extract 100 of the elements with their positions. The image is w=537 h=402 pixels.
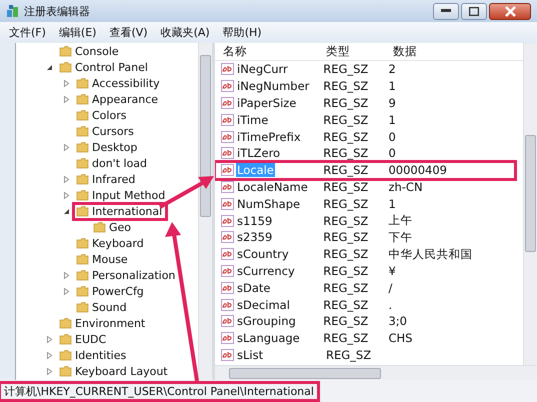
registry-icon	[6, 4, 20, 18]
close-button[interactable]	[489, 2, 531, 20]
string-value-icon	[221, 264, 234, 277]
value-name[interactable]: sGrouping	[236, 314, 297, 328]
value-data: 1	[388, 196, 397, 211]
folder-icon	[76, 125, 89, 137]
collapsed-arrow-icon[interactable]	[63, 80, 70, 86]
value-name[interactable]: iTime	[236, 112, 270, 127]
string-value-icon	[221, 147, 234, 160]
value-name[interactable]: s2359	[236, 230, 274, 244]
value-name[interactable]: sDate	[236, 280, 272, 295]
tree-item[interactable]: Environment	[58, 316, 148, 330]
string-value-icon	[221, 214, 234, 227]
tree-item[interactable]: Personalization	[75, 268, 178, 282]
column-header[interactable]: 名称	[215, 44, 326, 59]
value-name[interactable]: iTimePrefix	[236, 130, 302, 144]
value-name[interactable]: iNegNumber	[236, 79, 310, 94]
tree-item[interactable]: Input Method	[75, 188, 168, 202]
value-data: 0	[388, 146, 397, 160]
tree-item[interactable]: Colors	[75, 108, 130, 122]
tree-item[interactable]: Infrared	[75, 172, 138, 186]
maximize-button[interactable]	[461, 2, 487, 20]
value-name[interactable]: iPaperSize	[236, 96, 298, 110]
value-type: REG_SZ	[326, 348, 372, 362]
folder-icon	[59, 317, 72, 329]
value-name[interactable]: sDecimal	[236, 298, 291, 312]
tree-item[interactable]: Geo	[92, 220, 134, 234]
collapsed-arrow-icon[interactable]	[46, 368, 53, 374]
tree-item[interactable]: International	[75, 204, 166, 218]
highlighted-row[interactable]: Locale REG_SZ 00000409	[215, 162, 515, 179]
tree-item[interactable]: don't load	[75, 156, 150, 170]
collapsed-arrow-icon[interactable]	[63, 192, 70, 198]
string-value-icon	[221, 231, 234, 244]
column-header[interactable]: 类型	[326, 44, 393, 59]
scrollbar[interactable]	[198, 43, 212, 380]
collapsed-arrow-icon[interactable]	[63, 288, 70, 294]
collapsed-arrow-icon[interactable]	[63, 272, 70, 278]
string-value-icon	[221, 80, 234, 92]
folder-icon	[76, 253, 89, 265]
value-data: 下午	[388, 230, 414, 245]
value-data: 2	[388, 62, 397, 76]
value-name[interactable]: NumShape	[236, 196, 302, 211]
value-type: REG_SZ	[323, 230, 370, 244]
string-value-icon	[221, 298, 234, 311]
scrollbar[interactable]	[215, 365, 537, 380]
collapsed-arrow-icon[interactable]	[46, 352, 53, 358]
tree-item[interactable]: Keyboard	[75, 236, 147, 250]
minimize-icon	[441, 9, 451, 13]
collapsed-arrow-icon[interactable]	[46, 336, 53, 342]
folder-icon	[59, 45, 72, 57]
status-path: 计算机\HKEY_CURRENT_USER\Control Panel\International	[0, 382, 318, 400]
string-value-icon	[221, 63, 234, 76]
tree-item[interactable]: Sound	[75, 300, 130, 314]
tree-item[interactable]: Identities	[58, 348, 130, 362]
tree-item[interactable]: PowerCfg	[75, 284, 147, 298]
value-name[interactable]: sCurrency	[236, 264, 296, 278]
folder-icon	[76, 141, 89, 153]
value-data: 中华人民共和国	[388, 246, 474, 262]
menu-item[interactable]: 文件(F)	[9, 25, 46, 40]
collapsed-arrow-icon[interactable]	[63, 96, 70, 102]
menu-item[interactable]: 帮助(H)	[222, 25, 262, 40]
folder-icon	[76, 237, 89, 249]
value-name[interactable]: sLanguage	[236, 331, 301, 346]
value-type: REG_SZ	[323, 146, 370, 160]
tree-item[interactable]: EUDC	[58, 332, 110, 346]
value-name[interactable]: s1159	[236, 214, 274, 228]
value-type: REG_SZ	[323, 196, 370, 211]
menu-item[interactable]: 收藏夹(A)	[160, 25, 210, 40]
value-name[interactable]: sCountry	[236, 247, 290, 262]
tree-item[interactable]: Cursors	[75, 124, 137, 138]
minimize-button[interactable]	[433, 2, 459, 20]
collapsed-arrow-icon[interactable]	[63, 144, 70, 150]
tree-item[interactable]: Mouse	[75, 252, 131, 266]
tree-item[interactable]: Accessibility	[75, 76, 163, 90]
scrollbar[interactable]	[523, 43, 537, 366]
tree-item[interactable]: Keyboard Layout	[58, 364, 171, 378]
expanded-arrow-icon[interactable]	[63, 208, 70, 214]
menu-item[interactable]: 编辑(E)	[58, 25, 96, 40]
folder-icon	[76, 109, 89, 121]
value-name[interactable]: sList	[236, 348, 264, 362]
folder-icon	[59, 349, 72, 361]
tree-item[interactable]: Control Panel	[58, 60, 151, 74]
tree-item[interactable]: Console	[58, 44, 122, 58]
value-name[interactable]: iNegCurr	[236, 62, 289, 76]
menu-item[interactable]: 查看(V)	[109, 25, 148, 40]
value-data: /	[388, 280, 394, 295]
folder-icon	[93, 221, 106, 233]
tree-item[interactable]: Desktop	[75, 140, 140, 154]
folder-icon	[59, 333, 72, 345]
value-data: 9	[388, 96, 397, 110]
value-name[interactable]: iTLZero	[236, 146, 282, 160]
value-name[interactable]: LocaleName	[236, 180, 309, 194]
tree-item[interactable]: Appearance	[75, 92, 162, 106]
column-header[interactable]: 数据	[393, 44, 523, 59]
value-type: REG_SZ	[323, 130, 370, 144]
window-title: 注册表编辑器	[24, 4, 90, 18]
collapsed-arrow-icon[interactable]	[63, 176, 70, 182]
string-value-icon	[221, 282, 234, 294]
string-value-icon	[221, 96, 234, 109]
expanded-arrow-icon[interactable]	[46, 64, 53, 70]
